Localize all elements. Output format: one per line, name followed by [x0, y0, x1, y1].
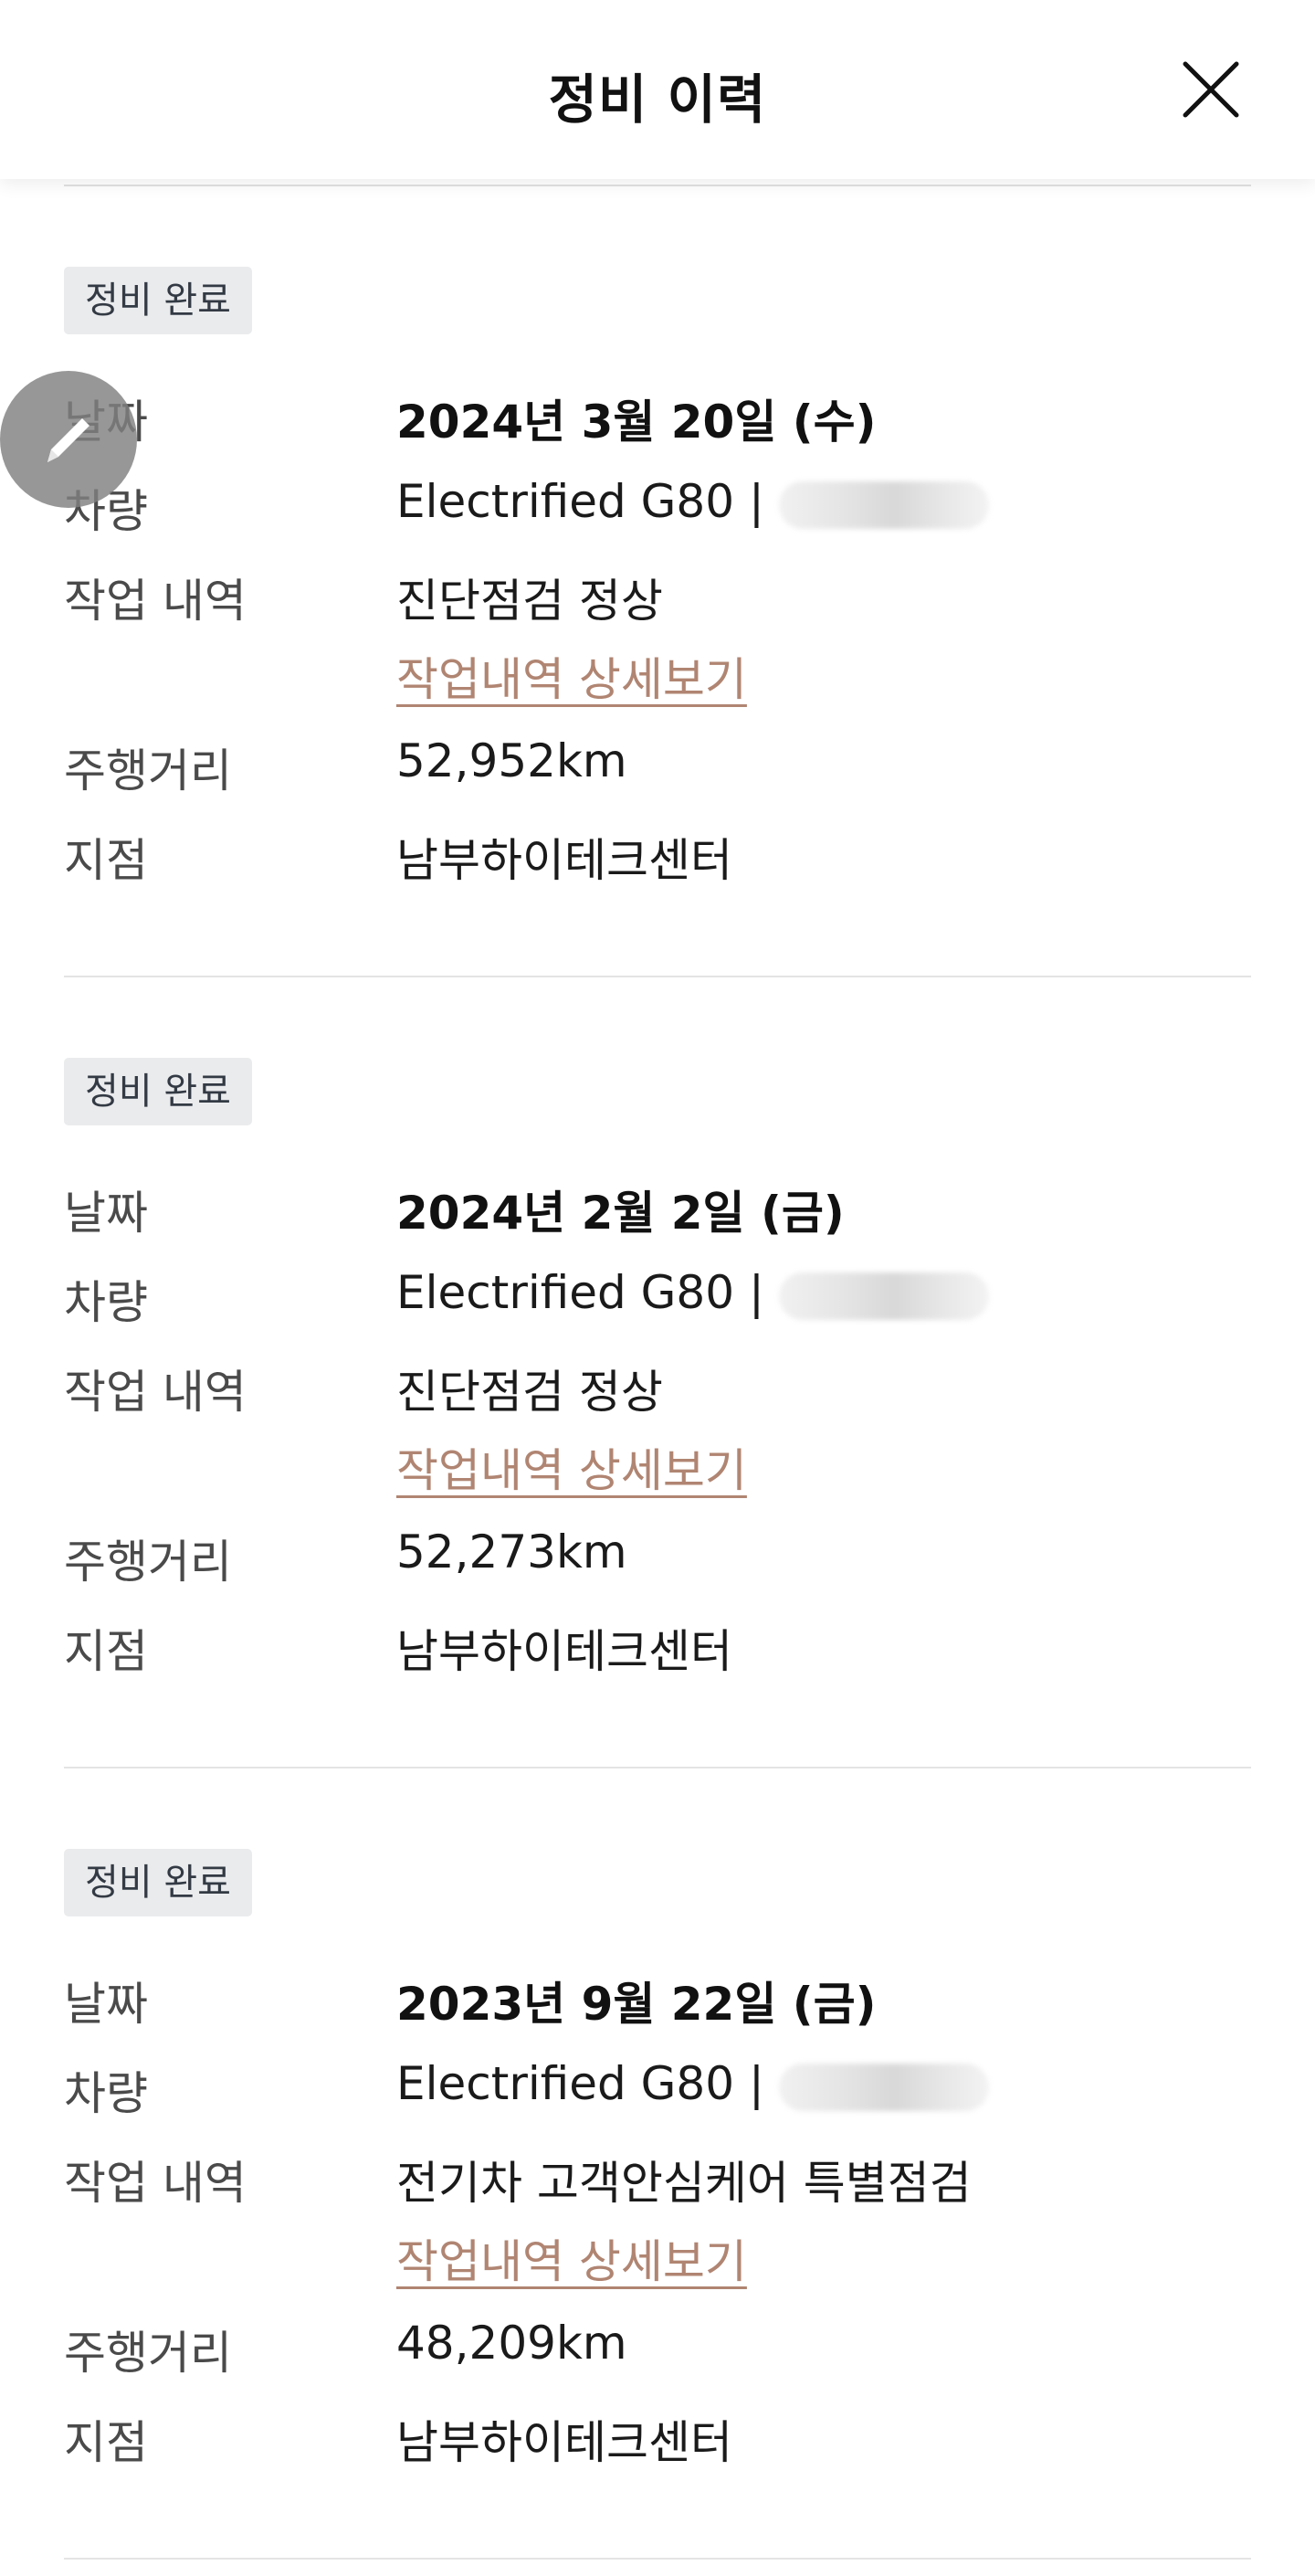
pencil-icon [47, 418, 89, 462]
vehicle-value: Electrified G80 | [396, 1266, 989, 1320]
branch-value: 남부하이테크센터 [396, 1625, 732, 1678]
plate-number-redacted [778, 480, 989, 529]
mileage-label: 주행거리 [64, 744, 232, 797]
service-record: 정비 완료 날짜 2024년 2월 2일 (금) 차량 Electrified … [0, 977, 1315, 1768]
service-record: 정비 완료 날짜 2024년 3월 20일 (수) 차량 Electrified… [0, 186, 1315, 977]
mileage-label: 주행거리 [64, 2327, 232, 2380]
close-icon [1183, 61, 1239, 118]
date-value: 2024년 2월 2일 (금) [396, 1187, 845, 1240]
branch-value: 남부하이테크센터 [396, 834, 732, 887]
work-description: 진단점검 정상 [396, 1366, 663, 1419]
vehicle-value: Electrified G80 | [396, 2057, 989, 2111]
work-label: 작업 내역 [64, 1366, 247, 1419]
plate-number-redacted [778, 2063, 989, 2111]
status-badge: 정비 완료 [64, 267, 252, 334]
work-label: 작업 내역 [64, 2157, 247, 2210]
vehicle-separator: | [749, 2057, 764, 2110]
mileage-value: 48,209km [396, 2317, 627, 2370]
date-label: 날짜 [64, 1187, 148, 1240]
date-label: 날짜 [64, 1978, 148, 2031]
edit-fab-button[interactable] [0, 371, 137, 508]
work-description: 전기차 고객안심케어 특별점검 [396, 2157, 972, 2210]
mileage-value: 52,952km [396, 734, 627, 787]
date-value: 2024년 3월 20일 (수) [396, 396, 877, 449]
vehicle-value: Electrified G80 | [396, 475, 989, 529]
vehicle-label: 차량 [64, 1276, 148, 1329]
date-value: 2023년 9월 22일 (금) [396, 1978, 877, 2031]
service-history-list: 정비 완료 날짜 2024년 3월 20일 (수) 차량 Electrified… [0, 186, 1315, 2560]
vehicle-model: Electrified G80 [396, 475, 735, 528]
mileage-value: 52,273km [396, 1526, 627, 1578]
close-button[interactable] [1178, 57, 1244, 122]
vehicle-model: Electrified G80 [396, 2057, 735, 2110]
vehicle-separator: | [749, 475, 764, 528]
branch-label: 지점 [64, 1625, 148, 1678]
branch-label: 지점 [64, 834, 148, 887]
work-description: 진단점검 정상 [396, 575, 663, 628]
vehicle-model: Electrified G80 [396, 1266, 735, 1319]
work-label: 작업 내역 [64, 575, 247, 628]
vehicle-label: 차량 [64, 2067, 148, 2120]
record-divider [64, 2558, 1251, 2560]
service-record: 정비 완료 날짜 2023년 9월 22일 (금) 차량 Electrified… [0, 1768, 1315, 2560]
branch-label: 지점 [64, 2416, 148, 2469]
branch-value: 남부하이테크센터 [396, 2416, 732, 2469]
header-bar: 정비 이력 [0, 0, 1315, 179]
status-badge: 정비 완료 [64, 1058, 252, 1125]
vehicle-separator: | [749, 1266, 764, 1319]
work-detail-link[interactable]: 작업내역 상세보기 [396, 2225, 747, 2291]
plate-number-redacted [778, 1272, 989, 1320]
mileage-label: 주행거리 [64, 1536, 232, 1589]
work-detail-link[interactable]: 작업내역 상세보기 [396, 1434, 747, 1500]
status-badge: 정비 완료 [64, 1849, 252, 1916]
page-title: 정비 이력 [548, 69, 767, 131]
work-detail-link[interactable]: 작업내역 상세보기 [396, 643, 747, 709]
